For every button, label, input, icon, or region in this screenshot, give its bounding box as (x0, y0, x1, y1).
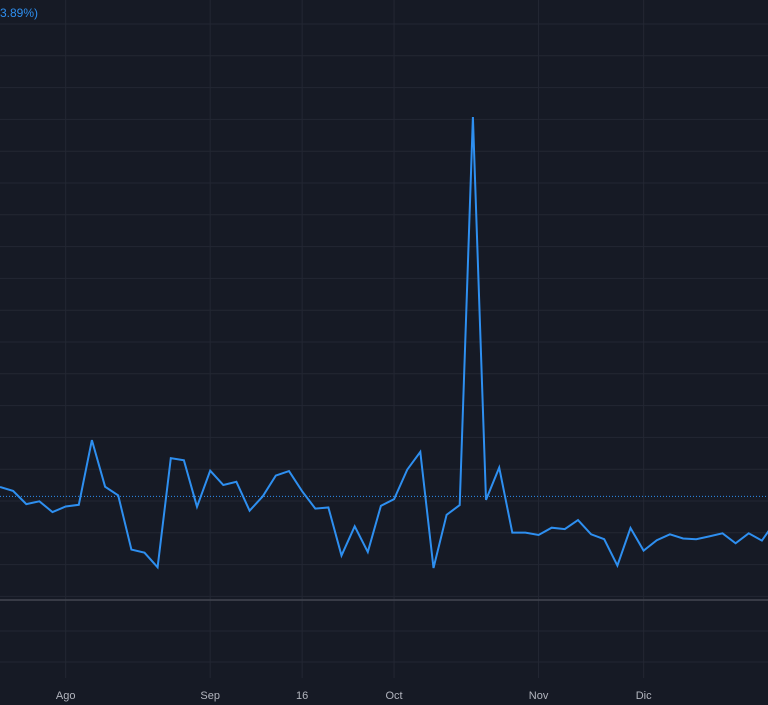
x-tick-label: Nov (529, 690, 549, 702)
line-chart[interactable]: AgoSep16OctNovDic20 (0, 0, 768, 705)
x-tick-label: Sep (200, 690, 220, 702)
x-tick-label: Ago (56, 690, 76, 702)
x-axis-labels: AgoSep16OctNovDic20 (56, 690, 652, 702)
legend-change-value: 3.89%) (0, 6, 39, 20)
x-tick-label: 16 (296, 690, 308, 702)
horizontal-gridlines (0, 23, 768, 663)
chart-area[interactable]: AgoSep16OctNovDic20 3.89%) (0, 0, 768, 705)
x-tick-label: Oct (386, 690, 403, 702)
vertical-gridlines (65, 0, 645, 678)
x-tick-label: Dic (636, 690, 652, 702)
